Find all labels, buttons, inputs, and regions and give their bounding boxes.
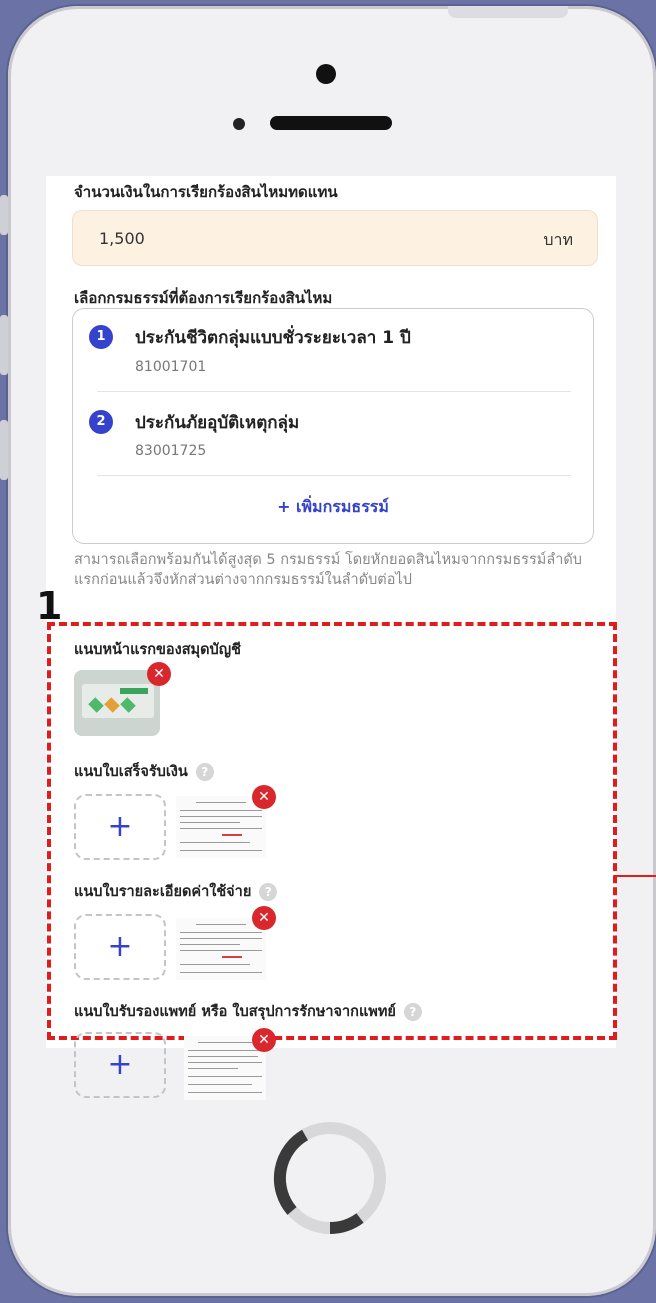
remove-medical-certificate-icon[interactable]: ✕: [252, 1028, 276, 1052]
mute-switch: [0, 195, 8, 235]
add-expense-button[interactable]: +: [74, 914, 166, 980]
help-icon[interactable]: ?: [403, 1003, 422, 1021]
help-icon[interactable]: ?: [259, 883, 278, 901]
expense-document-thumbnail[interactable]: [176, 918, 266, 980]
add-receipt-button[interactable]: +: [74, 794, 166, 860]
receipt-label-text: แนบใบเสร็จรับเงิน: [74, 764, 188, 780]
receipt-document-thumbnail[interactable]: [176, 796, 266, 858]
remove-expense-icon[interactable]: ✕: [252, 906, 276, 930]
remove-receipt-icon[interactable]: ✕: [252, 785, 276, 809]
bankbook-photo-thumbnail[interactable]: [74, 670, 160, 736]
policy-select-label: เลือกกรมธรรม์ที่ต้องการเรียกร้องสินไหม: [74, 289, 333, 307]
speaker-grille: [270, 116, 392, 130]
medical-label-text: แนบใบรับรองแพทย์ หรือ ใบสรุปการรักษาจากแ…: [74, 1004, 396, 1020]
volume-up-button: [0, 315, 8, 375]
help-icon[interactable]: ?: [195, 763, 214, 781]
policy-name[interactable]: ประกันภัยอุบัติเหตุกลุ่ม: [135, 409, 299, 436]
sensor-icon: [233, 118, 245, 130]
expense-label-text: แนบใบรายละเอียดค่าใช้จ่าย: [74, 884, 252, 900]
divider: [97, 475, 571, 476]
volume-down-button: [0, 420, 8, 480]
claim-amount-field[interactable]: 1,500 บาท: [72, 210, 598, 266]
bankbook-label: แนบหน้าแรกของสมุดบัญชี: [74, 642, 241, 658]
add-policy-button[interactable]: + เพิ่มกรมธรรม์: [73, 495, 593, 520]
policy-code: 81001701: [135, 359, 207, 375]
receipt-label: แนบใบเสร็จรับเงิน?: [74, 760, 214, 783]
policy-list-card: 1 ประกันชีวิตกลุ่มแบบชั่วระยะเวลา 1 ปี 8…: [72, 308, 594, 544]
divider: [97, 391, 571, 392]
front-camera-icon: [316, 64, 336, 84]
medical-certificate-label: แนบใบรับรองแพทย์ หรือ ใบสรุปการรักษาจากแ…: [74, 1000, 422, 1023]
expense-label: แนบใบรายละเอียดค่าใช้จ่าย?: [74, 880, 278, 903]
claim-amount-label: จำนวนเงินในการเรียกร้องสินไหมทดแทน: [74, 183, 338, 201]
policy-number-badge: 1: [89, 325, 113, 349]
claim-amount-unit: บาท: [543, 230, 573, 249]
claim-amount-value: 1,500: [99, 229, 145, 248]
policy-number-badge: 2: [89, 410, 113, 434]
policy-code: 83001725: [135, 443, 207, 459]
policy-name[interactable]: ประกันชีวิตกลุ่มแบบชั่วระยะเวลา 1 ปี: [135, 324, 411, 351]
annotation-connector: [614, 875, 656, 877]
home-button-loading-icon[interactable]: [270, 1118, 390, 1238]
power-button: [448, 6, 568, 18]
policy-note: สามารถเลือกพร้อมกันได้สูงสุด 5 กรมธรรม์ …: [74, 552, 582, 588]
remove-bankbook-icon[interactable]: ✕: [147, 662, 171, 686]
add-medical-certificate-button[interactable]: +: [74, 1032, 166, 1098]
